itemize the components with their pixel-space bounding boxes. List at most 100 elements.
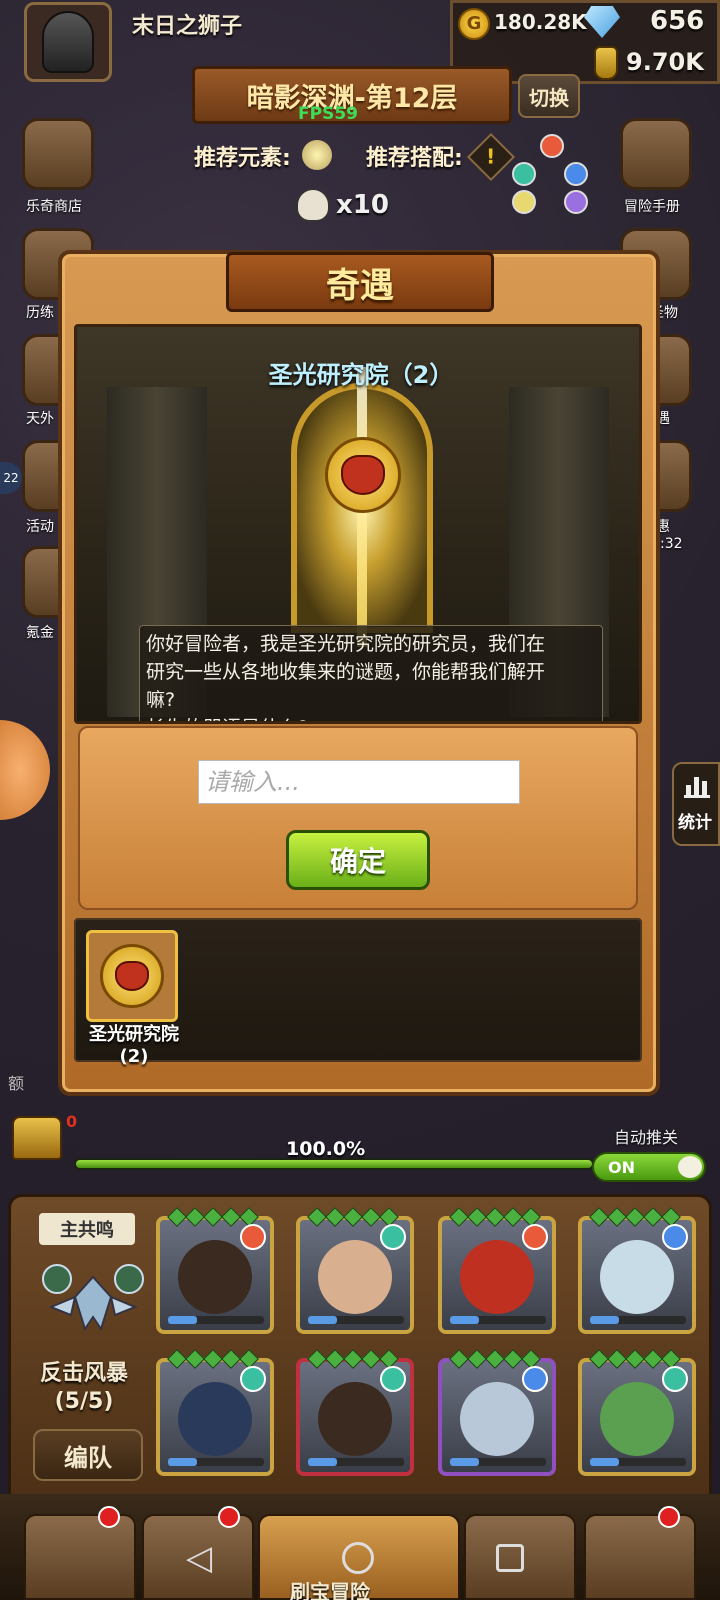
player-avatar[interactable] (24, 2, 112, 82)
side-button-shop[interactable] (22, 118, 94, 190)
recommended-combo-label: 推荐搭配: (366, 146, 463, 171)
switch-level-button[interactable]: 切换 (518, 74, 580, 118)
helmet-icon (42, 11, 94, 73)
hero-card[interactable] (156, 1349, 274, 1476)
nav-tab-forge[interactable] (584, 1514, 696, 1600)
system-recents-icon[interactable] (496, 1544, 524, 1572)
nav-tab-shop[interactable] (24, 1514, 136, 1600)
side-button-handbook[interactable] (620, 118, 692, 190)
answer-input[interactable] (198, 760, 520, 804)
winged-shield-icon[interactable] (41, 1257, 145, 1337)
star-icon (449, 1349, 469, 1369)
treasure-chest-icon[interactable] (12, 1116, 62, 1160)
hero-portrait (600, 1240, 674, 1314)
stats-label: 统计 (678, 813, 712, 833)
side-label-topup: 氪金 (26, 625, 54, 641)
auto-advance-toggle[interactable]: ON (592, 1152, 706, 1182)
confirm-button[interactable]: 确定 (286, 830, 430, 890)
element-cycle-diagram (512, 134, 594, 220)
player-name: 末日之狮子 (132, 14, 243, 39)
recommended-element-label: 推荐元素: (194, 146, 291, 171)
hero-stars (167, 1207, 259, 1227)
hero-exp-fill (168, 1458, 197, 1466)
star-icon (361, 1349, 381, 1369)
system-back-icon[interactable]: ◁ (186, 1538, 212, 1578)
star-icon (203, 1207, 223, 1227)
water-element-icon (522, 1366, 548, 1392)
hero-portrait (178, 1240, 252, 1314)
hero-card[interactable] (296, 1207, 414, 1334)
hero-exp-bar (308, 1316, 404, 1324)
hero-card[interactable] (438, 1207, 556, 1334)
notification-badge (218, 1506, 240, 1528)
hero-stars (307, 1207, 399, 1227)
star-icon (625, 1349, 645, 1369)
progress-fill (76, 1160, 592, 1168)
potion-icon (594, 46, 618, 80)
dark-orb-icon (564, 190, 588, 214)
warning-glyph: ! (486, 145, 496, 169)
hero-card[interactable] (578, 1207, 696, 1334)
encounter-record-list: 圣光研究院 (2) (74, 918, 642, 1067)
hero-exp-bar (168, 1316, 264, 1324)
star-icon (607, 1349, 627, 1369)
wind-orb-icon (512, 162, 536, 186)
hero-exp-fill (590, 1316, 619, 1324)
star-icon (221, 1207, 241, 1227)
progress-percent: 100.0% (286, 1138, 366, 1160)
system-home-icon[interactable] (342, 1542, 374, 1574)
water-element-icon (662, 1224, 688, 1250)
dialog-line: 嘛? (146, 689, 176, 711)
hero-portrait (460, 1382, 534, 1456)
star-icon (643, 1207, 663, 1227)
hero-card[interactable] (296, 1349, 414, 1476)
star-icon (167, 1349, 187, 1369)
star-icon (467, 1207, 487, 1227)
hero-portrait (318, 1240, 392, 1314)
modal-title: 奇遇 (326, 265, 394, 306)
star-icon (221, 1349, 241, 1369)
star-icon (589, 1349, 609, 1369)
star-icon (325, 1349, 345, 1369)
hero-card[interactable] (156, 1207, 274, 1334)
hero-card[interactable] (438, 1349, 556, 1476)
hero-exp-fill (168, 1316, 197, 1324)
team-formation-button[interactable]: 编队 (33, 1429, 143, 1481)
main-resonance-label: 主共鸣 (39, 1213, 135, 1245)
hero-portrait (178, 1382, 252, 1456)
record-label-count: (2) (119, 1046, 149, 1067)
fire-element-icon (522, 1224, 548, 1250)
hero-exp-fill (450, 1458, 479, 1466)
record-label-name: 圣光研究院 (89, 1024, 179, 1045)
stats-button[interactable]: 统计 (672, 762, 720, 846)
notification-badge (98, 1506, 120, 1528)
dialog-line: 你好冒险者，我是圣光研究院的研究员，我们在 (146, 633, 546, 655)
fire-orb-icon (540, 134, 564, 158)
wind-element-icon (380, 1366, 406, 1392)
hero-exp-bar (308, 1458, 404, 1466)
coin-icon: G (458, 8, 490, 40)
hero-stars (449, 1349, 541, 1369)
dialog-question: 长生的咒语是什么? (146, 714, 596, 721)
wind-element-icon (662, 1366, 688, 1392)
star-icon (185, 1207, 205, 1227)
side-label-timer: :32 (660, 536, 683, 552)
auto-advance-label: 自动推关 (614, 1128, 679, 1147)
star-icon (589, 1207, 609, 1227)
nav-active-label: 刷宝冒险 (290, 1580, 370, 1600)
star-icon (607, 1207, 627, 1227)
side-label-events: 活动 (26, 519, 54, 535)
star-icon (485, 1349, 505, 1369)
holy-institute-emblem-icon (100, 944, 164, 1008)
hero-stars (589, 1349, 681, 1369)
record-item[interactable] (86, 930, 178, 1022)
star-icon (467, 1349, 487, 1369)
record-item-label: 圣光研究院 (2) (76, 1024, 192, 1068)
hero-exp-bar (590, 1458, 686, 1466)
hero-portrait (460, 1240, 534, 1314)
fps-counter: FPS59 (298, 104, 358, 124)
hero-card[interactable] (578, 1349, 696, 1476)
star-icon (643, 1349, 663, 1369)
star-icon (503, 1349, 523, 1369)
hero-exp-fill (308, 1458, 337, 1466)
